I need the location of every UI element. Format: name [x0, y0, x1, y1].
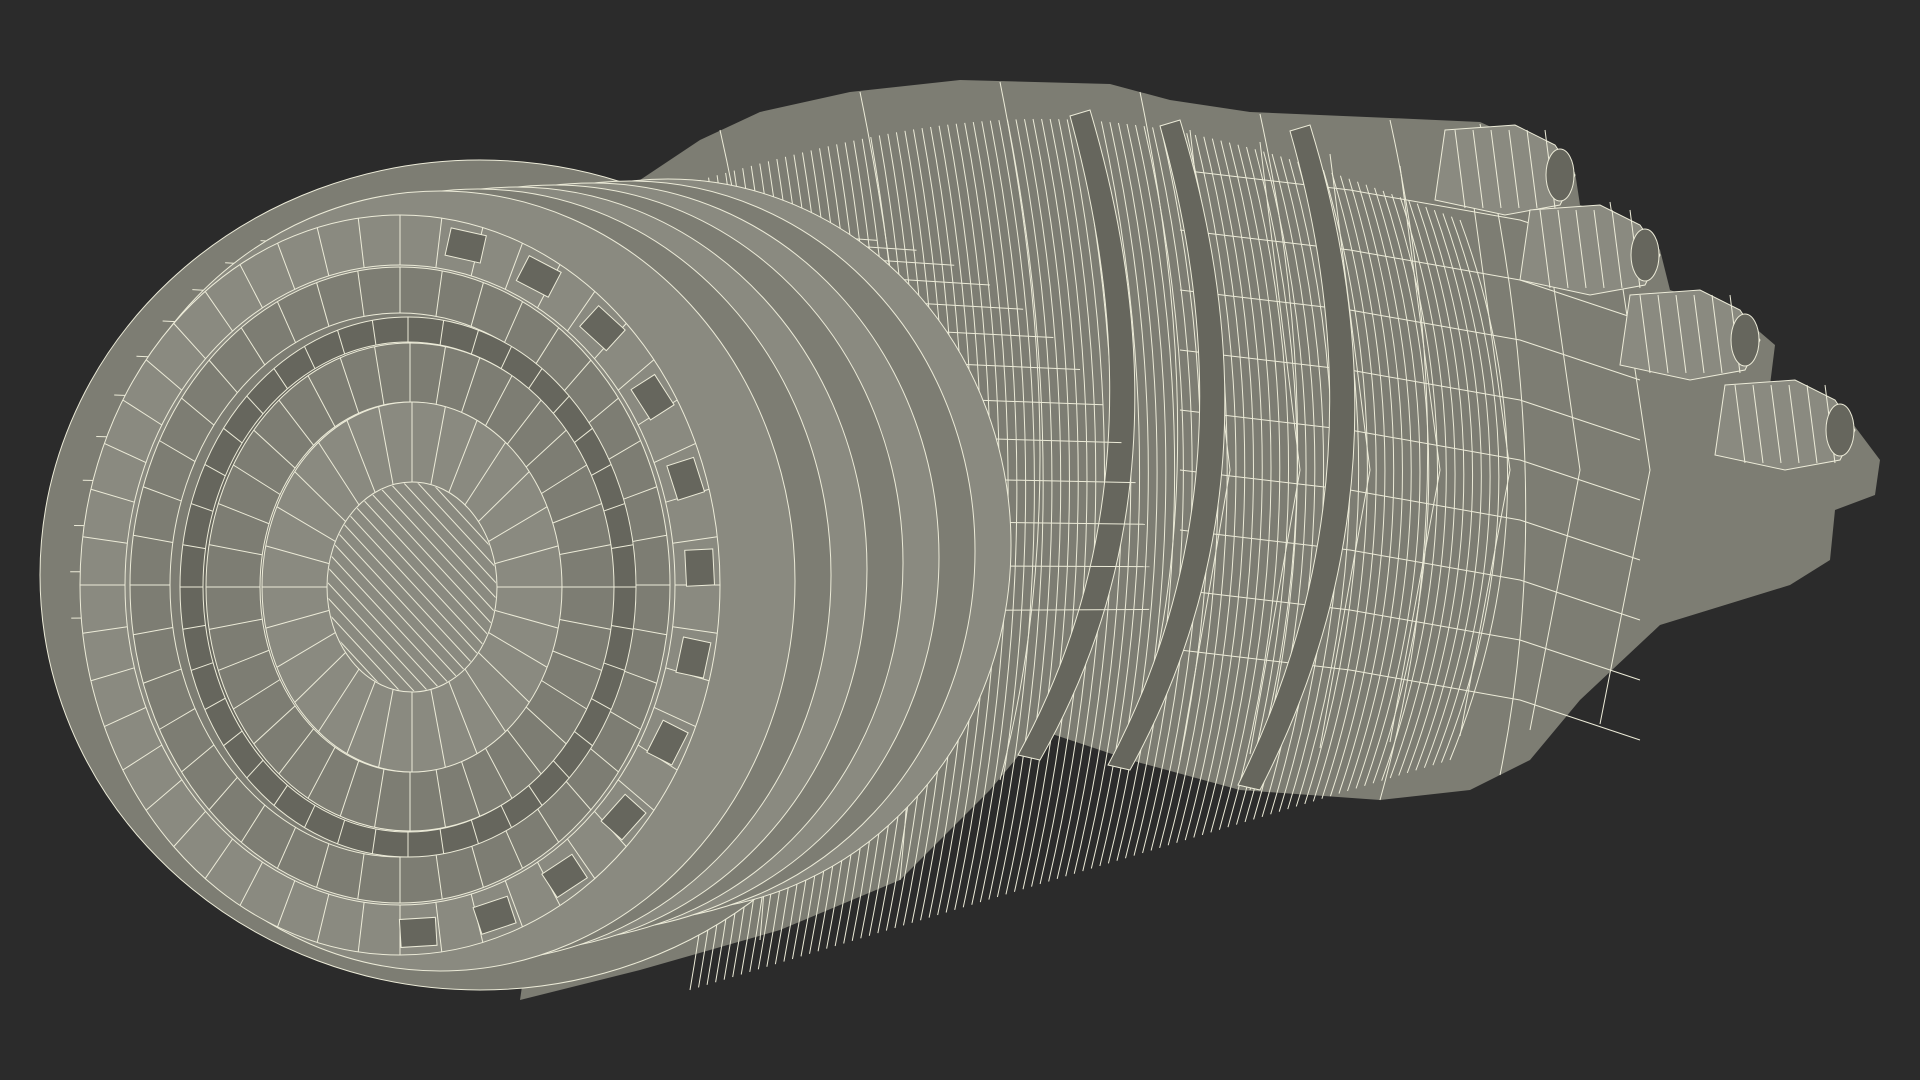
flange-tab-12: [398, 916, 438, 948]
front-housing: [39, 159, 1150, 991]
flange-tab-6: [684, 548, 716, 587]
3d-viewport[interactable]: [0, 0, 1920, 1080]
wireframe-3d-model-icon: [39, 80, 1880, 1000]
